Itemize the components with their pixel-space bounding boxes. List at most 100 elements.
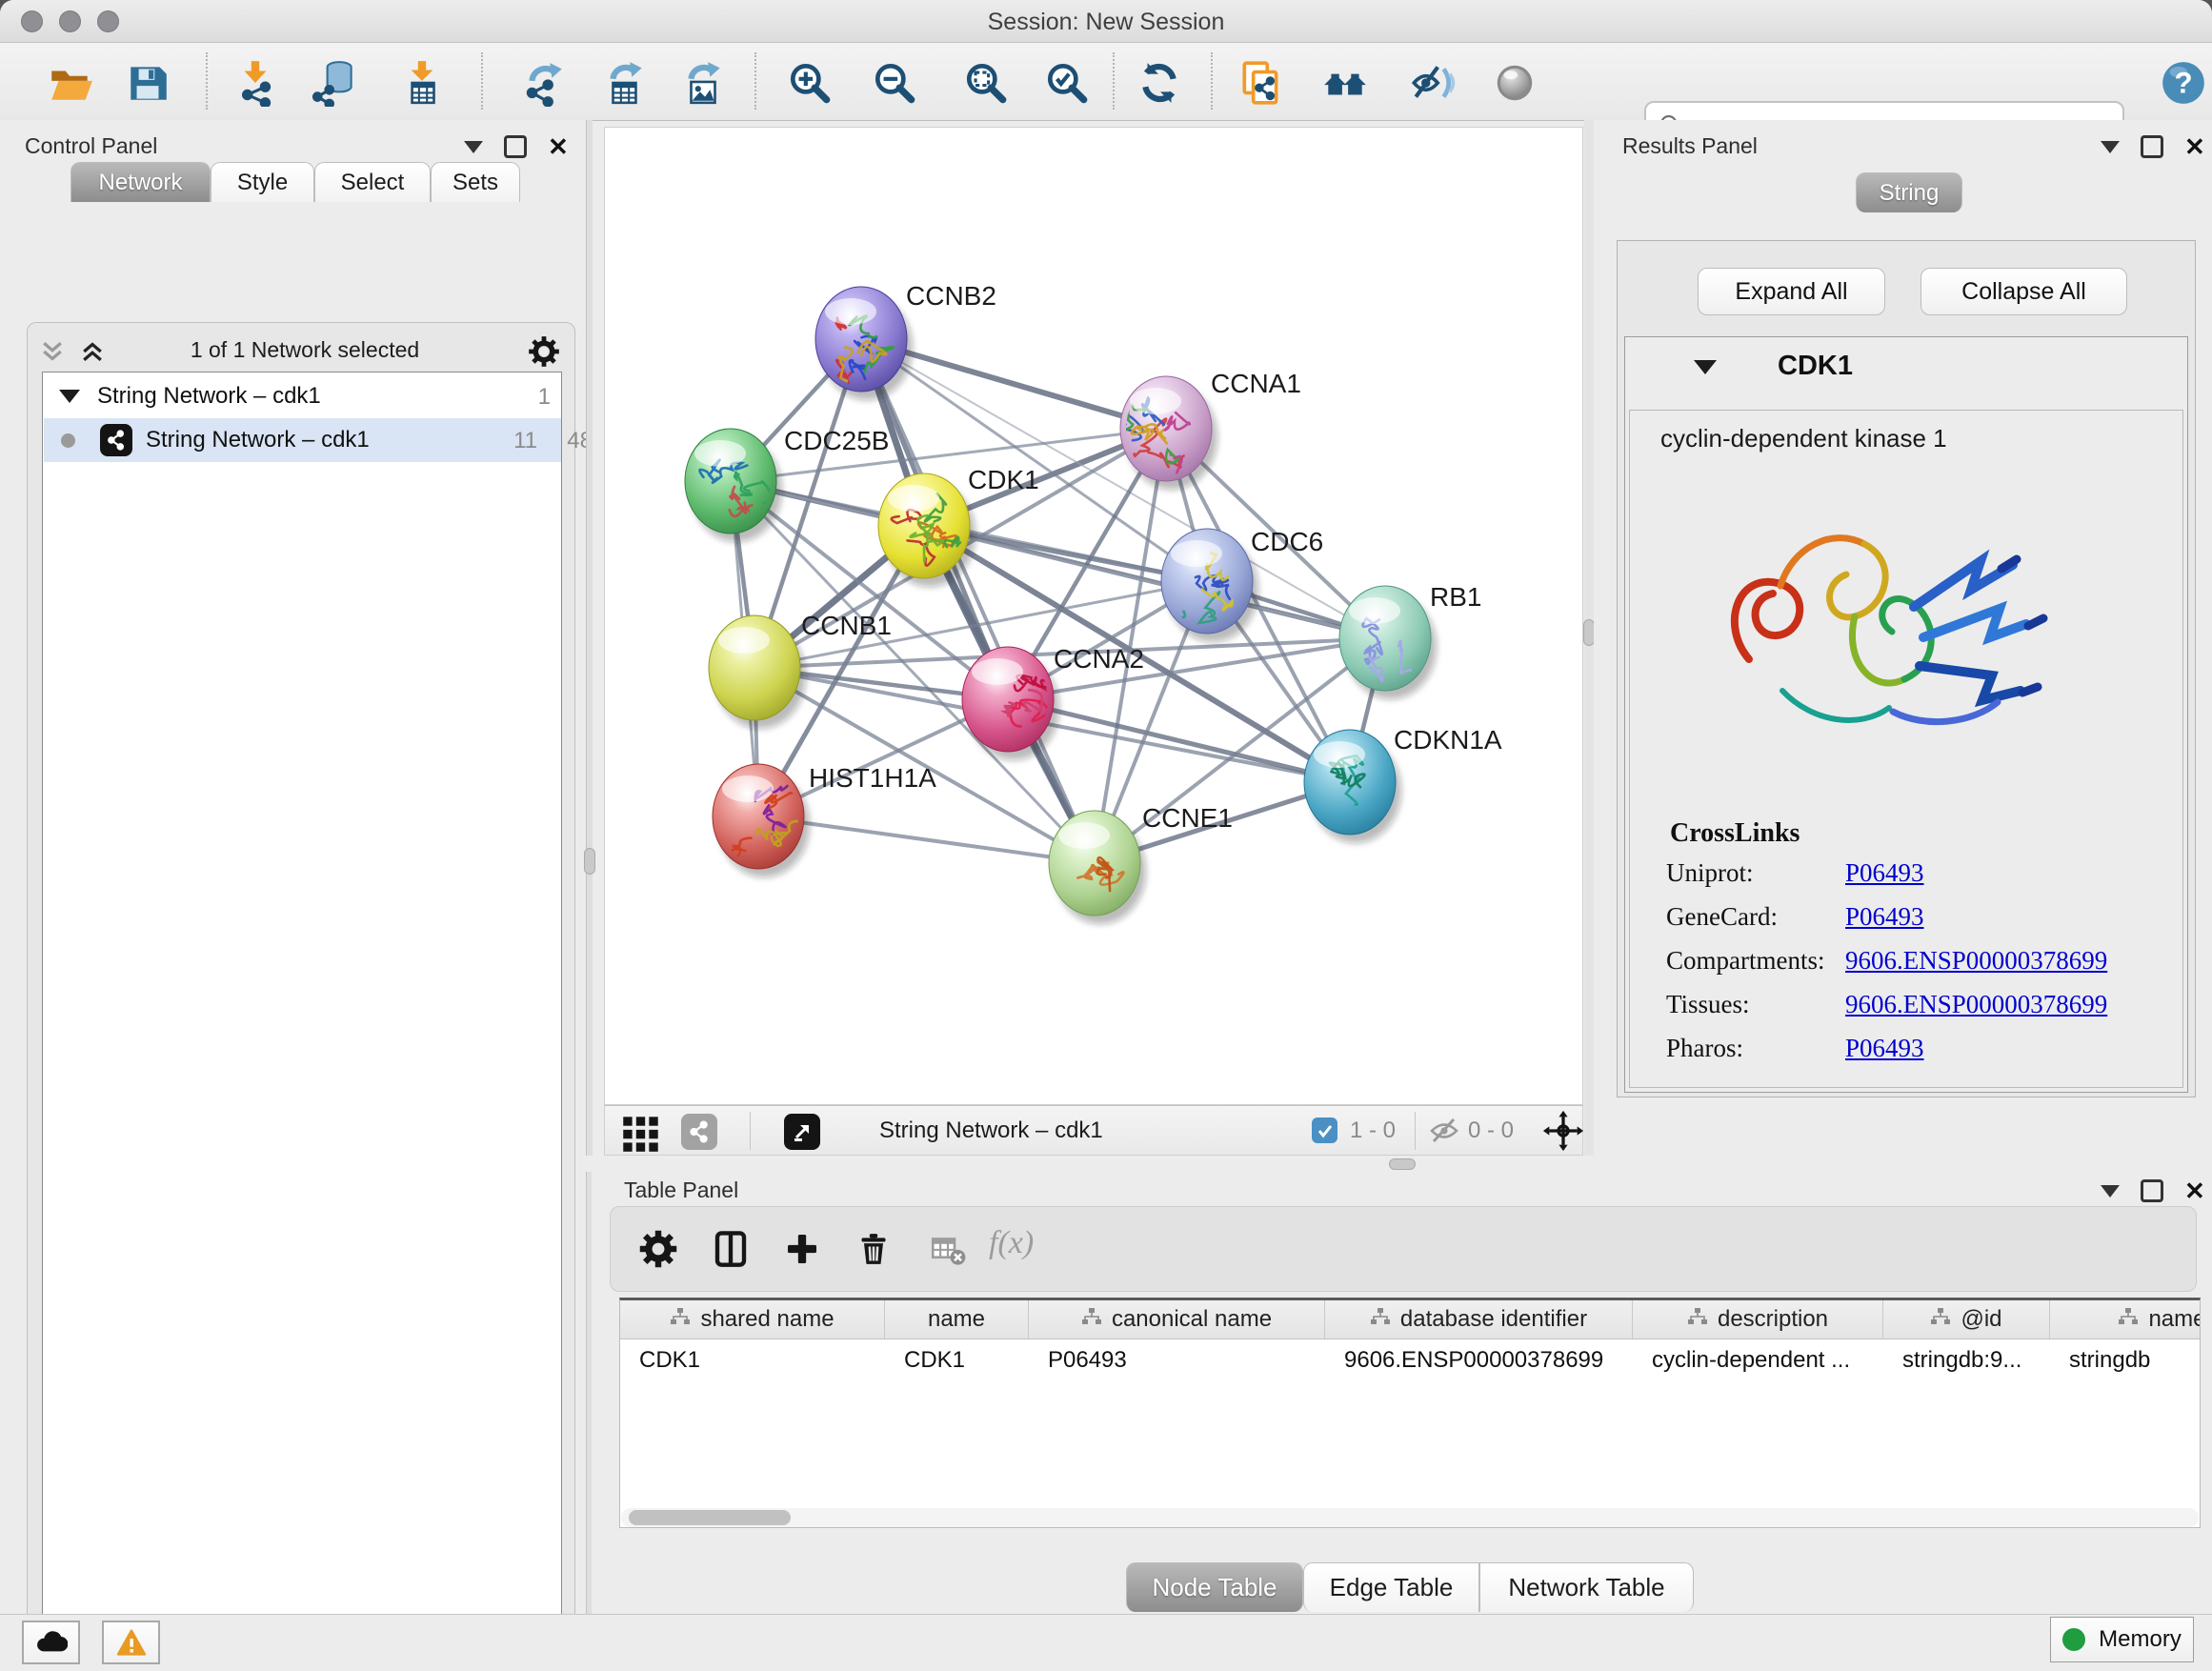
hidden-eye-icon[interactable] — [1428, 1116, 1460, 1151]
panel-float-icon[interactable] — [2141, 1179, 2163, 1202]
crosslink-link[interactable]: P06493 — [1845, 858, 1924, 887]
crosslink-link[interactable]: P06493 — [1845, 902, 1924, 931]
table-cell[interactable]: CDK1 — [620, 1339, 885, 1381]
panel-menu-icon[interactable] — [464, 141, 483, 153]
collapse-all-icon[interactable] — [38, 337, 67, 371]
table-horizontal-scrollbar[interactable] — [621, 1508, 2199, 1527]
network-node-ccnb1[interactable] — [709, 615, 806, 729]
table-cell[interactable]: cyclin-dependent ... — [1633, 1339, 1883, 1381]
network-node-cdc25b[interactable] — [685, 429, 782, 542]
horizontal-splitter[interactable] — [586, 1156, 2212, 1172]
network-node-cdc6[interactable] — [1161, 529, 1258, 642]
crosslink-link[interactable]: 9606.ENSP00000378699 — [1845, 990, 2107, 1018]
application-window: Session: New Session — [0, 0, 2212, 1671]
zoom-selected-icon[interactable] — [1042, 58, 1092, 108]
export-image-icon[interactable] — [678, 58, 728, 108]
table-cell[interactable]: stringdb — [2050, 1339, 2201, 1381]
cloud-button[interactable] — [22, 1621, 80, 1664]
gene-collapse-icon[interactable] — [1694, 360, 1717, 374]
network-collection-row[interactable]: String Network – cdk1 1 — [44, 374, 561, 418]
tab-style[interactable]: Style — [211, 162, 314, 202]
tree-expander-icon[interactable] — [59, 390, 80, 403]
tab-network[interactable]: Network — [70, 162, 211, 202]
import-network-file-icon[interactable] — [231, 58, 280, 108]
collection-count: 1 — [516, 384, 551, 411]
panel-menu-icon[interactable] — [2101, 141, 2120, 153]
network-node-ccne1[interactable] — [1049, 811, 1146, 924]
panel-menu-icon[interactable] — [2101, 1185, 2120, 1198]
tab-edge-table[interactable]: Edge Table — [1303, 1562, 1479, 1612]
grid-view-icon[interactable] — [616, 1108, 666, 1158]
warnings-button[interactable] — [102, 1621, 160, 1664]
expand-all-icon[interactable] — [78, 337, 107, 371]
export-network-icon[interactable] — [519, 58, 569, 108]
column-header-database-identifier[interactable]: database identifier — [1325, 1300, 1633, 1339]
panel-float-icon[interactable] — [504, 135, 527, 158]
network-node-cdkn1a[interactable] — [1304, 730, 1401, 843]
network-node-cdk1[interactable] — [878, 473, 975, 587]
column-header-description[interactable]: description — [1633, 1300, 1883, 1339]
first-neighbors-icon[interactable] — [1320, 58, 1370, 108]
network-node-ccnb2[interactable] — [815, 287, 913, 400]
export-table-icon[interactable] — [600, 58, 650, 108]
tab-string[interactable]: String — [1856, 172, 1962, 212]
horizontal-splitter-handle[interactable] — [1389, 1158, 1416, 1170]
delete-column-trash-icon[interactable] — [848, 1223, 899, 1275]
column-header-namespace[interactable]: namespace — [2050, 1300, 2201, 1339]
column-header-shared-name[interactable]: shared name — [620, 1300, 885, 1339]
fx-function-icon[interactable]: f(x) — [989, 1225, 1034, 1261]
tab-sets[interactable]: Sets — [431, 162, 520, 202]
show-columns-icon[interactable] — [705, 1223, 756, 1275]
selected-checkbox-icon[interactable] — [1312, 1117, 1337, 1143]
network-node-ccna1[interactable] — [1120, 376, 1217, 493]
birdseye-view-icon[interactable] — [784, 1114, 820, 1150]
right-splitter[interactable] — [1584, 120, 1594, 1156]
panel-float-icon[interactable] — [2141, 135, 2163, 158]
table-cell[interactable]: CDK1 — [885, 1339, 1029, 1381]
network-canvas[interactable]: CCNB2CCNA1CDC25BCDK1CDC6RB1CCNB1CCNA2CDK… — [604, 127, 1583, 1105]
shared-column-icon — [1930, 1306, 1951, 1333]
crosslink-link[interactable]: 9606.ENSP00000378699 — [1845, 946, 2107, 975]
tab-node-table[interactable]: Node Table — [1126, 1562, 1303, 1612]
delete-table-icon[interactable] — [922, 1223, 974, 1275]
table-gear-icon[interactable] — [633, 1223, 684, 1275]
zoom-fit-icon[interactable] — [961, 58, 1011, 108]
panel-close-icon[interactable]: ✕ — [548, 138, 569, 155]
network-node-rb1[interactable] — [1339, 586, 1437, 699]
table-cell[interactable]: 9606.ENSP00000378699 — [1325, 1339, 1633, 1381]
panel-close-icon[interactable]: ✕ — [2184, 138, 2205, 155]
refresh-icon[interactable] — [1135, 58, 1184, 108]
tab-select[interactable]: Select — [314, 162, 431, 202]
column-header-name[interactable]: name — [885, 1300, 1029, 1339]
fit-selected-crosshair-icon[interactable] — [1542, 1110, 1584, 1157]
network-node-hist1h1a[interactable] — [713, 764, 814, 877]
network-row-selected[interactable]: String Network – cdk1 11 48 — [44, 418, 561, 462]
zoom-in-icon[interactable] — [785, 58, 835, 108]
open-session-icon[interactable] — [46, 58, 95, 108]
hide-selected-icon[interactable] — [1407, 58, 1457, 108]
network-node-ccna2[interactable] — [962, 647, 1062, 760]
column-header--id[interactable]: @id — [1883, 1300, 2050, 1339]
column-header-canonical-name[interactable]: canonical name — [1029, 1300, 1325, 1339]
left-splitter-handle[interactable] — [584, 848, 595, 875]
panel-close-icon[interactable]: ✕ — [2184, 1182, 2205, 1199]
import-table-file-icon[interactable] — [397, 58, 447, 108]
zoom-out-icon[interactable] — [870, 58, 919, 108]
clone-network-icon[interactable] — [1237, 58, 1286, 108]
expand-all-button[interactable]: Expand All — [1698, 268, 1885, 315]
table-row[interactable]: CDK1CDK1P064939606.ENSP00000378699cyclin… — [620, 1339, 2200, 1381]
collapse-all-button[interactable]: Collapse All — [1920, 268, 2127, 315]
show-all-icon[interactable] — [1490, 58, 1539, 108]
table-cell[interactable]: stringdb:9... — [1883, 1339, 2050, 1381]
network-options-gear-icon[interactable] — [526, 333, 562, 374]
network-view-share-icon[interactable] — [681, 1114, 717, 1150]
save-session-icon[interactable] — [123, 58, 172, 108]
tab-network-table[interactable]: Network Table — [1479, 1562, 1694, 1612]
crosslink-link[interactable]: P06493 — [1845, 1034, 1924, 1062]
memory-button[interactable]: Memory — [2050, 1617, 2194, 1662]
scrollbar-thumb[interactable] — [629, 1510, 791, 1525]
add-column-icon[interactable] — [776, 1223, 828, 1275]
help-icon[interactable]: ? — [2159, 58, 2208, 108]
table-cell[interactable]: P06493 — [1029, 1339, 1325, 1381]
import-network-database-icon[interactable] — [312, 58, 361, 108]
